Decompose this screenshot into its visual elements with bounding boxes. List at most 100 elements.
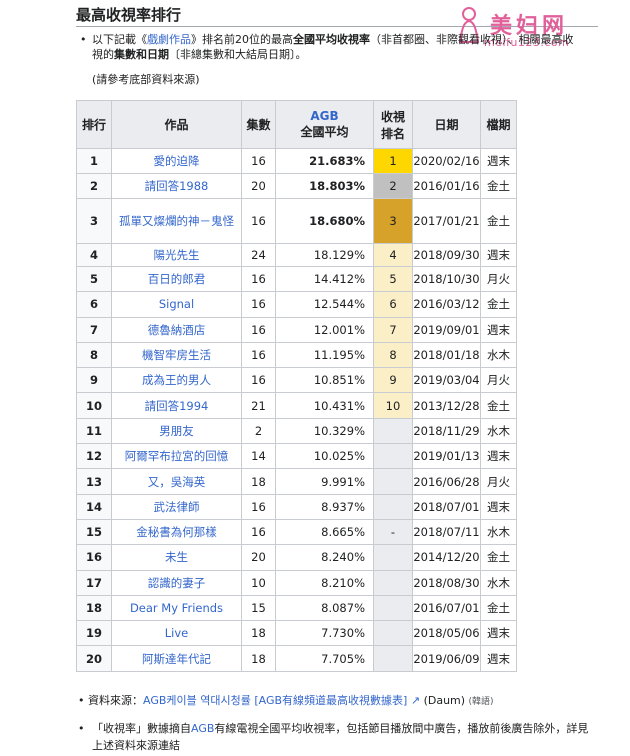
position-cell: 3 [373, 198, 413, 244]
rank-cell: 4 [76, 243, 112, 267]
table-row: 11 男朋友 2 10.329% 2018/11/29 水木 [76, 417, 517, 445]
title-cell[interactable]: 男朋友 [111, 417, 242, 445]
episode-cell: 14 [241, 443, 276, 470]
title-cell[interactable]: 阿斯達年代記 [111, 645, 242, 672]
date-cell: 2014/12/20 [412, 544, 481, 571]
rank-cell: 17 [76, 569, 112, 596]
date-cell: 2016/06/28 [412, 468, 481, 495]
header-position[interactable]: 收視 排名 [373, 100, 413, 149]
rating-cell: 10.025% [275, 443, 374, 470]
episode-cell: 16 [241, 148, 276, 174]
title-cell[interactable]: 請回答1988 [111, 173, 242, 199]
header-rank[interactable]: 排行 [76, 100, 112, 149]
date-cell: 2016/07/01 [412, 594, 481, 622]
header-rating[interactable]: AGB 全國平均 [275, 100, 374, 149]
episode-cell: 18 [241, 468, 276, 495]
title-cell[interactable]: 金秘書為何那樣 [111, 518, 242, 546]
slot-cell: 月火 [480, 468, 517, 495]
title-cell[interactable]: 武法律師 [111, 493, 242, 520]
ratings-table: 排行 作品 集數 AGB 全國平均 收視 排名 日期 檔期 1 愛的迫降 16 21.… [76, 100, 517, 672]
date-cell: 2018/10/30 [412, 265, 481, 293]
title-cell[interactable]: 陽光先生 [111, 243, 242, 267]
title-cell[interactable]: 成為王的男人 [111, 367, 242, 394]
title-cell[interactable]: 阿爾罕布拉宮的回憶 [111, 443, 242, 470]
position-cell: 4 [373, 243, 413, 267]
title-cell[interactable]: Live [111, 620, 242, 647]
table-row: 19 Live 18 7.730% 2018/05/06 週末 [76, 620, 517, 647]
date-cell: 2018/09/30 [412, 243, 481, 267]
table-row: 1 愛的迫降 16 21.683% 1 2020/02/16 週末 [76, 148, 517, 174]
date-cell: 2019/09/01 [412, 316, 481, 343]
title-cell[interactable]: 愛的迫降 [111, 148, 242, 174]
position-cell [373, 645, 413, 672]
slot-cell: 金土 [480, 291, 517, 318]
rank-cell: 16 [76, 544, 112, 571]
header-title[interactable]: 作品 [111, 100, 242, 149]
episode-cell: 16 [241, 518, 276, 546]
position-cell: 8 [373, 341, 413, 369]
reference-note: (請參考底部資料來源) [92, 73, 200, 86]
agb-source-link[interactable]: AGB [191, 722, 214, 735]
title-cell[interactable]: Dear My Friends [111, 594, 242, 622]
title-cell[interactable]: 孤單又燦爛的神－鬼怪 [111, 198, 242, 244]
date-cell: 2016/01/16 [412, 173, 481, 199]
header-slot[interactable]: 檔期 [480, 100, 517, 149]
title-cell[interactable]: Signal [111, 291, 242, 318]
rating-cell: 18.129% [275, 243, 374, 267]
slot-cell: 金土 [480, 392, 517, 419]
slot-cell: 金土 [480, 544, 517, 571]
rating-cell: 8.665% [275, 518, 374, 546]
episode-cell: 20 [241, 544, 276, 571]
header-date[interactable]: 日期 [412, 100, 481, 149]
rank-cell: 19 [76, 620, 112, 647]
agb-link[interactable]: AGB [310, 109, 338, 123]
rating-cell: 7.730% [275, 620, 374, 647]
episode-cell: 18 [241, 645, 276, 672]
external-link-icon: ↗ [410, 694, 421, 707]
title-cell[interactable]: 認識的妻子 [111, 569, 242, 596]
dramas-link[interactable]: 戲劇作品 [147, 33, 191, 46]
table-row: 2 請回答1988 20 18.803% 2 2016/01/16 金土 [76, 173, 517, 199]
title-cell[interactable]: 機智牢房生活 [111, 341, 242, 369]
title-cell[interactable]: 又，吳海英 [111, 468, 242, 495]
slot-cell: 週末 [480, 443, 517, 470]
title-cell[interactable]: 百日的郎君 [111, 265, 242, 293]
table-row: 5 百日的郎君 16 14.412% 5 2018/10/30 月火 [76, 265, 517, 293]
rank-cell: 9 [76, 367, 112, 394]
position-cell [373, 594, 413, 622]
date-cell: 2019/01/13 [412, 443, 481, 470]
date-cell: 2018/11/29 [412, 417, 481, 445]
source-link[interactable]: AGB케이블 역대시청률 [AGB有線頻道最高收視數據表] [143, 694, 407, 707]
slot-cell: 金土 [480, 594, 517, 622]
episode-cell: 16 [241, 265, 276, 293]
title-cell[interactable]: 未生 [111, 544, 242, 571]
table-row: 4 陽光先生 24 18.129% 4 2018/09/30 週末 [76, 243, 517, 267]
slot-cell: 週末 [480, 493, 517, 520]
position-cell: 9 [373, 367, 413, 394]
table-row: 15 金秘書為何那樣 16 8.665% -2018/07/11 水木 [76, 518, 517, 546]
rank-cell: 5 [76, 265, 112, 293]
position-cell: 2 [373, 173, 413, 199]
title-cell[interactable]: 德魯納酒店 [111, 316, 242, 343]
table-row: 3 孤單又燦爛的神－鬼怪 16 18.680% 3 2017/01/21 金土 [76, 198, 517, 244]
page-title: 最高收視率排行 [76, 6, 182, 24]
slot-cell: 水木 [480, 569, 517, 596]
position-cell: 1 [373, 148, 413, 174]
position-cell [373, 620, 413, 647]
episode-cell: 16 [241, 367, 276, 394]
bullet-icon: • [78, 722, 85, 735]
title-cell[interactable]: 請回答1994 [111, 392, 242, 419]
episode-cell: 16 [241, 341, 276, 369]
position-cell [373, 493, 413, 520]
definition-paragraph: • 「收視率」數據摘自AGB有線電視全國平均收視率，包括節目播放間中廣告，播放前… [78, 722, 589, 752]
date-cell: 2018/01/18 [412, 341, 481, 369]
slot-cell: 月火 [480, 367, 517, 394]
episode-cell: 16 [241, 316, 276, 343]
rating-cell: 10.431% [275, 392, 374, 419]
rating-cell: 12.001% [275, 316, 374, 343]
rating-cell: 7.705% [275, 645, 374, 672]
header-episode[interactable]: 集數 [241, 100, 276, 149]
position-cell [373, 569, 413, 596]
date-cell: 2017/01/21 [412, 198, 481, 244]
date-cell: 2018/05/06 [412, 620, 481, 647]
